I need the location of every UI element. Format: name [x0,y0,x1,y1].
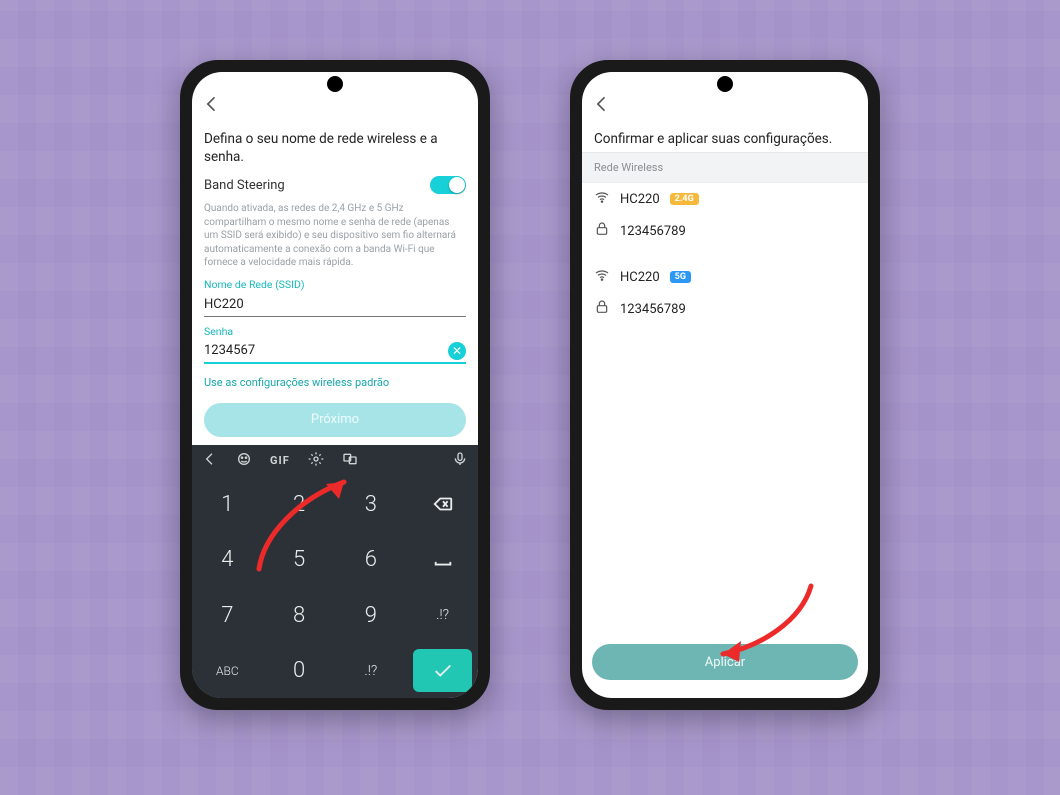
front-camera [717,76,733,92]
key-0[interactable]: 0 [264,643,335,698]
key-1[interactable]: 1 [192,477,263,532]
key-5[interactable]: 5 [264,532,335,587]
key-6[interactable]: 6 [336,532,407,587]
chevron-left-icon[interactable] [202,451,218,470]
lock-icon [594,299,610,319]
sticker-icon[interactable] [236,451,252,470]
network-5g-password: 123456789 [620,302,686,317]
key-abc[interactable]: ABC [192,643,263,698]
key-9[interactable]: 9 [336,588,407,643]
key-enter[interactable] [413,649,472,692]
front-camera [327,76,343,92]
network-5g-row: HC220 5G [582,261,868,293]
back-button[interactable] [202,94,222,118]
back-button[interactable] [592,94,612,118]
network-24-password-row: 123456789 [582,215,868,247]
ssid-label: Nome de Rede (SSID) [192,278,478,293]
next-button[interactable]: Próximo [204,403,466,437]
ssid-value: HC220 [204,297,466,312]
network-24-row: HC220 2.4G [582,183,868,215]
lock-icon [594,221,610,241]
clear-password-icon[interactable]: ✕ [448,342,466,360]
gif-button[interactable]: GIF [270,454,290,467]
network-5g-password-row: 123456789 [582,293,868,325]
band-steering-toggle[interactable] [430,176,466,194]
band-steering-label: Band Steering [204,178,285,193]
key-4[interactable]: 4 [192,532,263,587]
key-space[interactable] [407,532,478,587]
password-input[interactable]: 1234567 ✕ [204,340,466,364]
wireless-section-header: Rede Wireless [582,152,868,183]
key-punct[interactable]: .!? [336,643,407,698]
page-title: Defina o seu nome de rede wireless e a s… [192,124,478,170]
apply-button[interactable]: Aplicar [592,644,858,680]
settings-icon[interactable] [308,451,324,470]
translate-icon[interactable] [342,451,358,470]
password-value: 1234567 [204,343,448,358]
phone-right: Confirmar e aplicar suas configurações. … [570,60,880,710]
key-3[interactable]: 3 [336,477,407,532]
badge-5g: 5G [670,271,691,283]
numeric-keyboard: 1 2 3 4 5 6 7 8 9 .!? ABC 0 .!? [192,477,478,698]
page-title: Confirmar e aplicar suas configurações. [582,124,868,152]
network-24-name: HC220 [620,192,660,207]
wifi-icon [594,267,610,287]
network-24-password: 123456789 [620,224,686,239]
phone-left: Defina o seu nome de rede wireless e a s… [180,60,490,710]
ssid-input[interactable]: HC220 [204,293,466,317]
network-5g-name: HC220 [620,270,660,285]
key-2[interactable]: 2 [264,477,335,532]
keyboard-toolbar: GIF [192,445,478,477]
key-symbols[interactable]: .!? [407,588,478,643]
mic-icon[interactable] [452,451,468,470]
wifi-icon [594,189,610,209]
badge-24g: 2.4G [670,193,699,205]
password-label: Senha [192,325,478,340]
key-7[interactable]: 7 [192,588,263,643]
key-backspace[interactable] [407,477,478,532]
band-steering-description: Quando ativada, as redes de 2,4 GHz e 5 … [192,200,478,278]
default-config-link[interactable]: Use as configurações wireless padrão [192,372,478,399]
key-8[interactable]: 8 [264,588,335,643]
